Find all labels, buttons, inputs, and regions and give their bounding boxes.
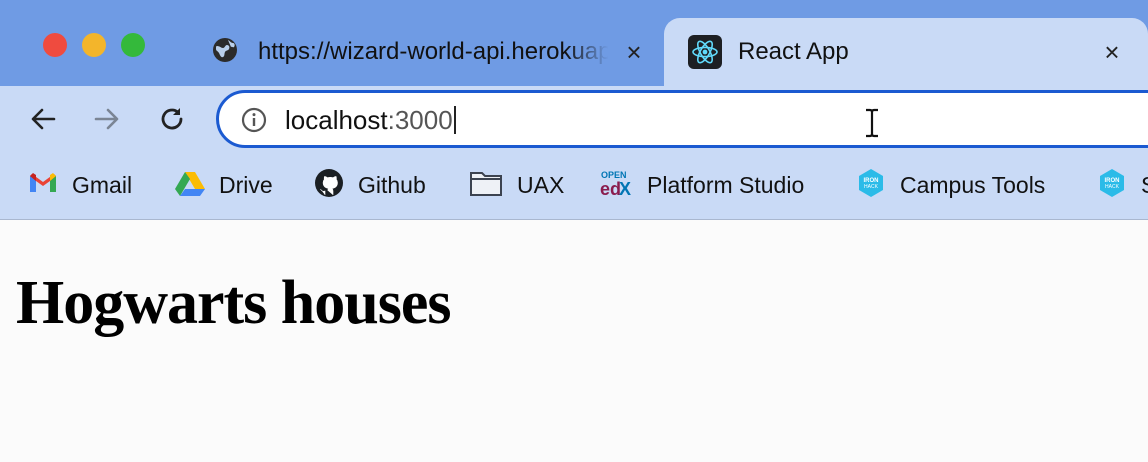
bookmark-label: Platform Studio	[647, 171, 805, 198]
ironhack-icon: IRON HACK	[856, 168, 886, 203]
bookmark-label: Gmail	[72, 171, 133, 198]
tab-wizard-world-api[interactable]: https://wizard-world-api.herokuapp.com/H…	[190, 18, 658, 86]
bookmark-label: Drive	[219, 171, 273, 198]
bookmarks-bar: Gmail Drive Github UAX OPEN ed X Platfor…	[0, 154, 1148, 220]
bookmark-platform-studio[interactable]: OPEN ed X Platform Studio	[599, 168, 804, 202]
bookmark-github[interactable]: Github	[314, 168, 426, 202]
page-title: Hogwarts houses	[16, 269, 452, 337]
tab-title: https://wizard-world-api.herokuapp.com/H…	[258, 38, 608, 65]
url-host: localhost	[285, 105, 388, 135]
folder-icon	[469, 169, 503, 202]
svg-text:HACK: HACK	[1105, 184, 1120, 190]
bookmark-drive[interactable]: Drive	[175, 168, 273, 202]
svg-text:HACK: HACK	[864, 184, 879, 190]
bookmark-label: S	[1141, 172, 1148, 199]
openedx-icon: OPEN ed X	[599, 168, 633, 203]
arrow-left-icon	[31, 108, 56, 130]
text-caret	[453, 106, 456, 134]
ibeam-cursor-icon	[866, 108, 878, 138]
browser-window: https://wizard-world-api.herokuapp.com/H…	[0, 0, 1148, 462]
svg-text:X: X	[619, 179, 631, 198]
address-bar[interactable]: localhost:3000	[216, 90, 1148, 148]
close-icon[interactable]: ×	[622, 39, 646, 65]
bookmark-label: UAX	[517, 171, 565, 198]
url-port: :3000	[387, 105, 453, 135]
ironhack-icon: IRON HACK	[1097, 168, 1127, 203]
url-text[interactable]: localhost:3000	[285, 105, 456, 136]
reload-button[interactable]	[157, 104, 187, 134]
navigation-toolbar: localhost:3000	[0, 86, 1148, 154]
close-window-button[interactable]	[43, 33, 67, 57]
maximize-window-button[interactable]	[121, 33, 145, 57]
bookmark-label: Campus Tools	[900, 171, 1046, 198]
react-icon	[688, 35, 722, 69]
back-button[interactable]	[28, 104, 58, 134]
bookmark-gmail[interactable]: Gmail	[28, 168, 132, 202]
tab-title: React App	[738, 38, 849, 65]
tab-strip: https://wizard-world-api.herokuapp.com/H…	[0, 0, 1148, 86]
gmail-icon	[28, 171, 58, 200]
github-icon	[314, 168, 344, 203]
tab-react-app[interactable]: React App ×	[664, 18, 1148, 86]
bookmark-label: Github	[358, 171, 426, 198]
bookmark-folder-uax[interactable]: UAX	[469, 168, 564, 202]
forward-button[interactable]	[92, 104, 122, 134]
info-icon[interactable]	[241, 107, 267, 133]
close-icon[interactable]: ×	[1100, 39, 1124, 65]
page-content: Hogwarts houses	[0, 220, 1148, 462]
google-drive-icon	[175, 170, 205, 201]
bookmark-ironhack-extra[interactable]: IRON HACK S	[1097, 168, 1148, 202]
arrow-right-icon	[94, 108, 119, 130]
bookmark-campus-tools[interactable]: IRON HACK Campus Tools	[856, 168, 1045, 202]
minimize-window-button[interactable]	[82, 33, 106, 57]
svg-text:ed: ed	[600, 179, 621, 198]
globe-icon	[212, 37, 238, 68]
reload-icon	[161, 108, 183, 130]
